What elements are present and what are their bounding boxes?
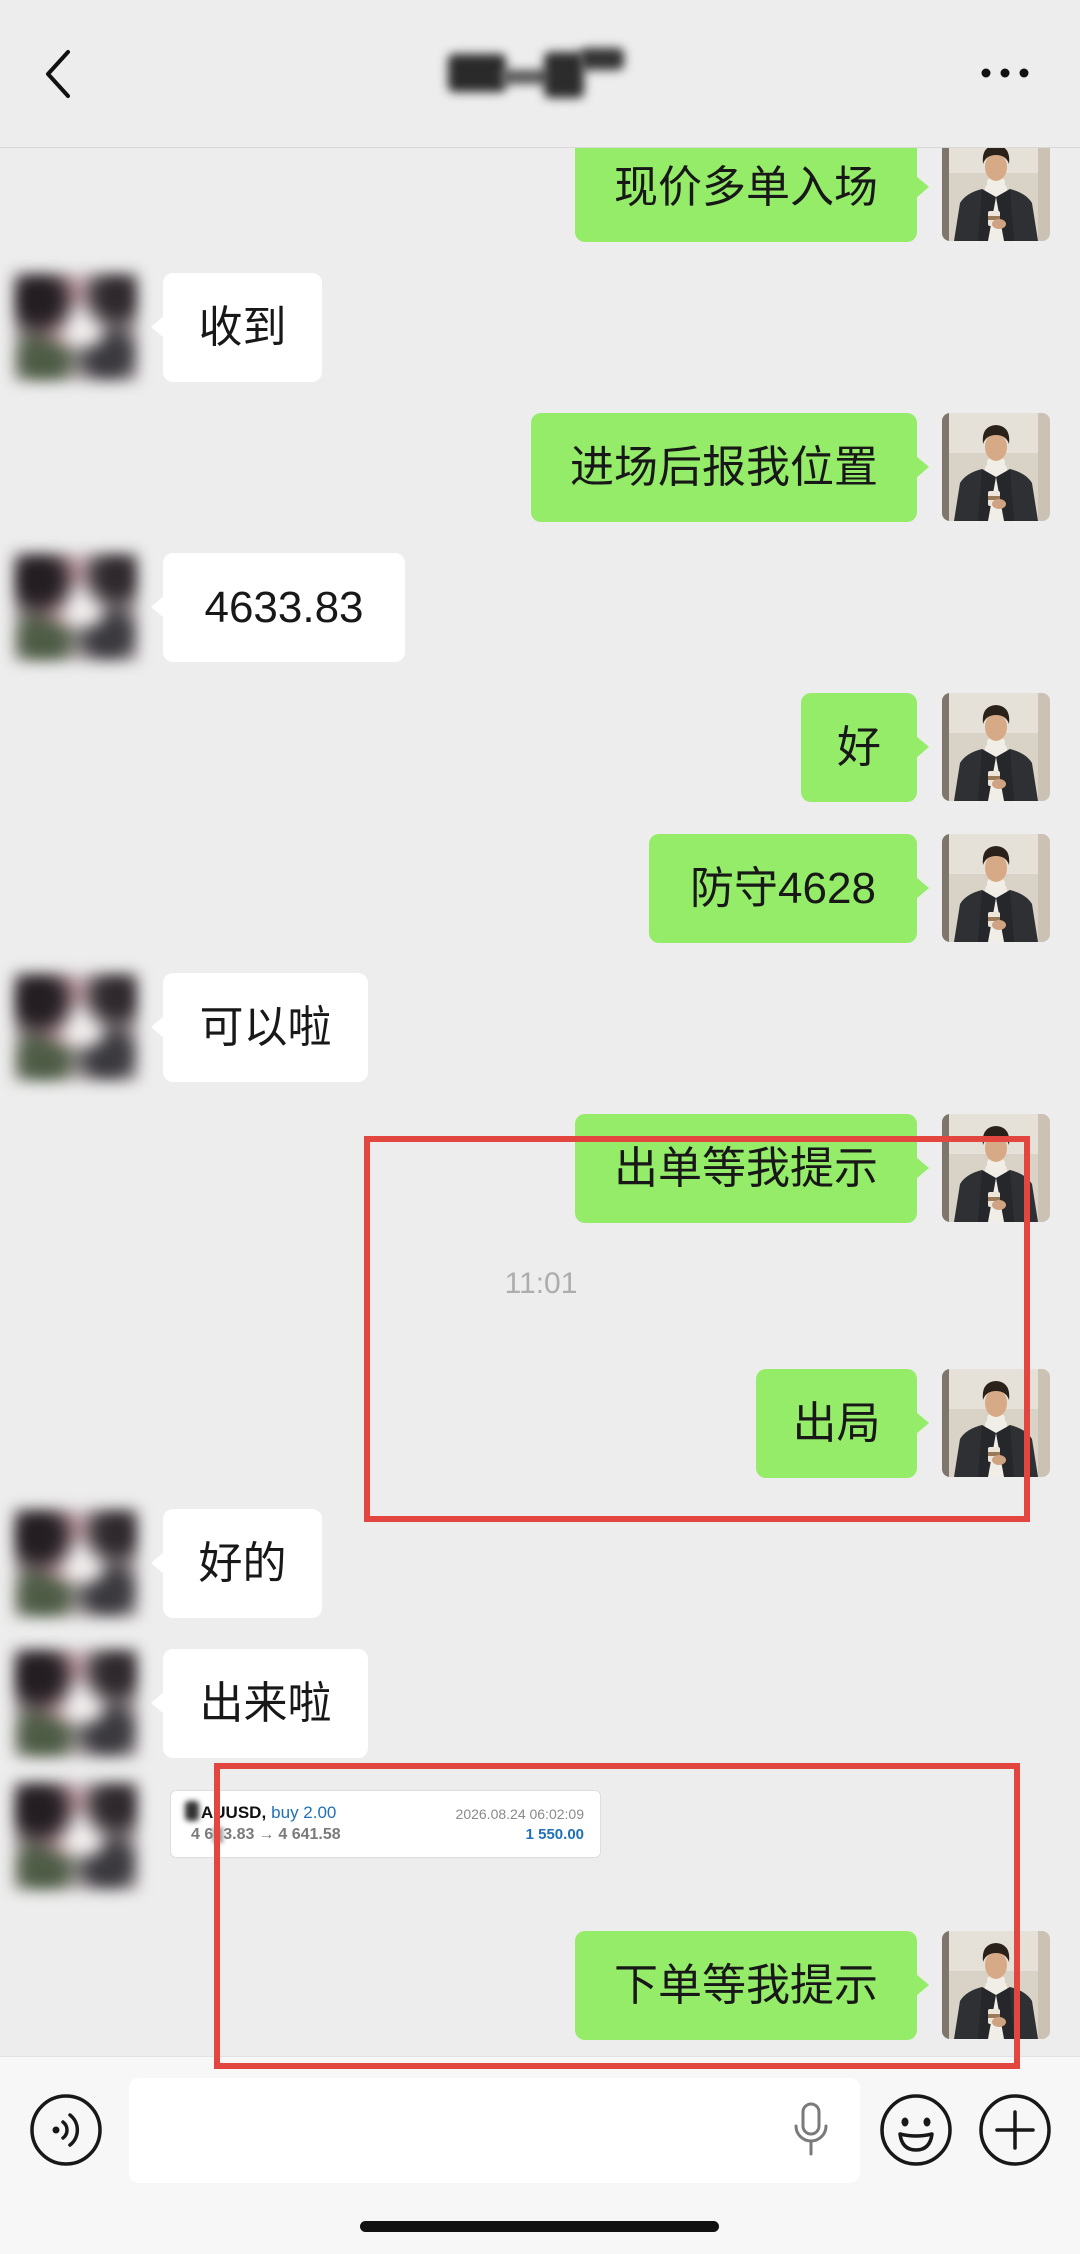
voice-input-button[interactable] [791, 2102, 831, 2158]
message-bubble-incoming[interactable]: 收到 [151, 273, 322, 382]
contact-avatar[interactable] [14, 1649, 138, 1757]
more-icon [981, 68, 1029, 78]
highlight-box [214, 1763, 1020, 2069]
chat-screen: 现价多单入场 收到 进场后报我位置 4633.83 好 防守4628 可以啦 出… [0, 0, 1080, 2254]
emoji-icon [880, 2094, 952, 2166]
message-input[interactable] [129, 2078, 860, 2183]
mic-icon [794, 2102, 828, 2156]
highlight-box [364, 1136, 1030, 1522]
contact-avatar[interactable] [14, 1782, 138, 1890]
message-bubble-outgoing[interactable]: 现价多单入场 [575, 133, 929, 242]
home-indicator[interactable] [360, 2221, 719, 2232]
back-button[interactable] [36, 44, 84, 104]
my-avatar[interactable] [942, 133, 1050, 241]
voice-icon [30, 2094, 102, 2166]
message-bubble-outgoing[interactable]: 好 [801, 693, 929, 802]
chat-header [0, 0, 1080, 148]
more-button[interactable] [972, 56, 1036, 90]
more-functions-button[interactable] [977, 2092, 1053, 2168]
open-price-start: 4 6 [191, 1826, 214, 1843]
chat-title-blurred [440, 44, 640, 108]
message-bubble-outgoing[interactable]: 防守4628 [649, 834, 929, 943]
message-bubble-incoming[interactable]: 可以啦 [151, 973, 368, 1082]
voice-button[interactable] [28, 2092, 104, 2168]
message-bubble-incoming[interactable]: 出来啦 [151, 1649, 368, 1758]
my-avatar[interactable] [942, 413, 1050, 521]
message-bubble-incoming[interactable]: 4633.83 [151, 553, 405, 662]
contact-avatar[interactable] [14, 1509, 138, 1617]
contact-avatar[interactable] [14, 273, 138, 381]
emoji-button[interactable] [878, 2092, 954, 2168]
contact-avatar[interactable] [14, 553, 138, 661]
chevron-left-icon [46, 50, 70, 98]
my-avatar[interactable] [942, 834, 1050, 942]
message-bubble-incoming[interactable]: 好的 [151, 1509, 322, 1618]
my-avatar[interactable] [942, 693, 1050, 801]
contact-avatar[interactable] [14, 973, 138, 1081]
plus-icon [979, 2094, 1051, 2166]
message-bubble-outgoing[interactable]: 进场后报我位置 [531, 413, 929, 522]
blurred-patch [185, 1801, 199, 1821]
input-bar [0, 2056, 1080, 2254]
